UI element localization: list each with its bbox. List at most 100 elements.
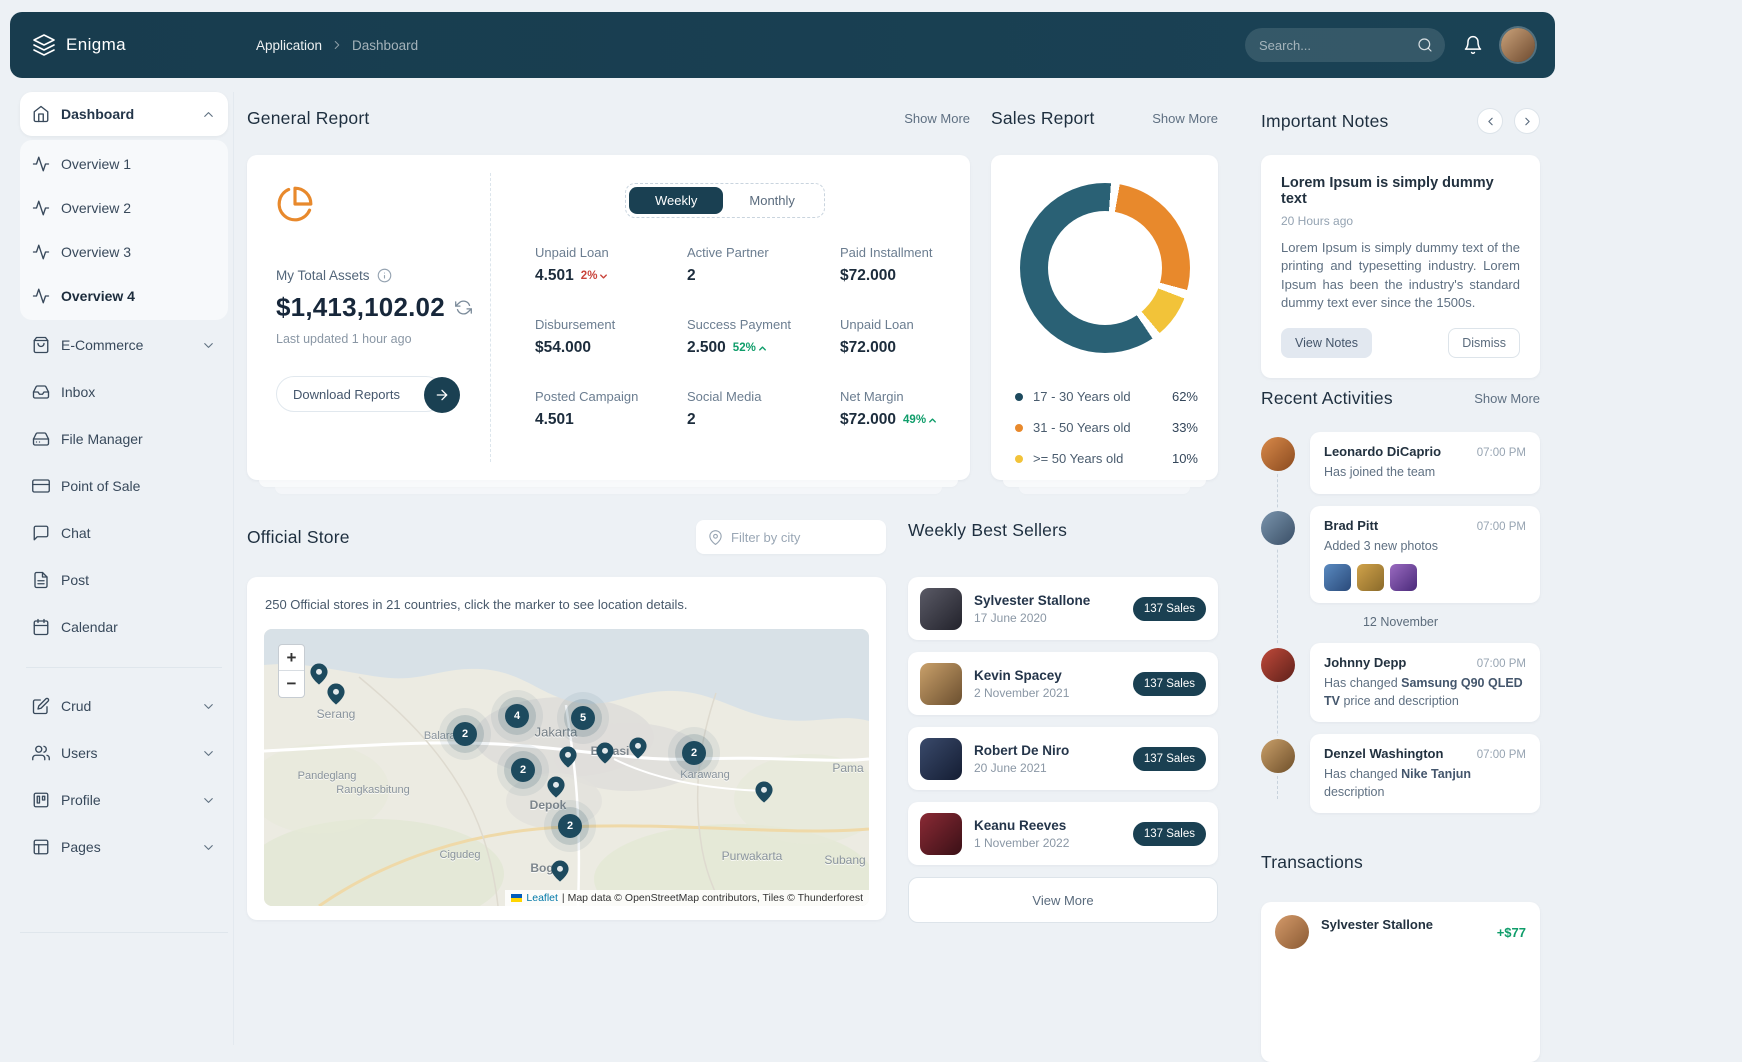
map-cluster-marker[interactable]: 2 (682, 741, 706, 765)
weekly-toggle-button[interactable]: Weekly (629, 187, 723, 214)
notes-next-button[interactable] (1514, 108, 1540, 134)
sidebar-item-calendar[interactable]: Calendar (20, 605, 228, 649)
search-input[interactable] (1259, 38, 1417, 53)
map-marker-pin[interactable] (595, 740, 616, 766)
map-cluster-marker[interactable]: 2 (511, 758, 535, 782)
sales-report-show-more[interactable]: Show More (1152, 111, 1218, 126)
sidebar-item-label: Users (61, 745, 98, 761)
sidebar-item-users[interactable]: Users (20, 731, 228, 775)
map-pin-icon (708, 530, 723, 545)
filter-by-city-box (696, 520, 886, 554)
photo-thumbnail (1390, 564, 1417, 591)
sidebar-item-overview-2[interactable]: Overview 2 (20, 186, 228, 230)
leaflet-link[interactable]: Leaflet (526, 892, 558, 904)
total-assets-value: $1,413,102.02 (276, 292, 445, 323)
sales-report-header: Sales Report Show More (991, 108, 1218, 129)
sales-badge: 137 Sales (1133, 672, 1206, 696)
sidebar-item-overview-4[interactable]: Overview 4 (20, 274, 228, 318)
card-stack-layer (1003, 480, 1206, 487)
sidebar-item-point-of-sale[interactable]: Point of Sale (20, 464, 228, 508)
sidebar-section-divider (26, 667, 222, 668)
activity-icon (32, 287, 50, 305)
zoom-in-button[interactable]: + (279, 645, 304, 671)
sidebar-item-post[interactable]: Post (20, 558, 228, 602)
layers-icon (32, 33, 56, 57)
map-marker-pin[interactable] (546, 774, 567, 800)
sidebar-item-overview-1[interactable]: Overview 1 (20, 142, 228, 186)
sidebar-item-ecommerce[interactable]: E-Commerce (20, 323, 228, 367)
map-cluster-marker[interactable]: 2 (453, 722, 477, 746)
sidebar-item-profile[interactable]: Profile (20, 778, 228, 822)
general-report-show-more[interactable]: Show More (904, 111, 970, 126)
activity-item: Brad Pitt 07:00 PM Added 3 new photos (1261, 506, 1540, 604)
map-marker-pin[interactable] (754, 779, 775, 805)
dismiss-button[interactable]: Dismiss (1448, 328, 1520, 358)
seller-avatar (920, 663, 962, 705)
sidebar-item-label: File Manager (61, 431, 143, 447)
section-title: Important Notes (1261, 111, 1389, 132)
map-cluster-marker[interactable]: 4 (505, 704, 529, 728)
notifications-bell-icon[interactable] (1463, 35, 1483, 55)
activity-item: Johnny Depp 07:00 PM Has changed Samsung… (1261, 643, 1540, 722)
stat-change-badge: 49% (903, 414, 938, 426)
breadcrumb-current: Dashboard (352, 38, 418, 53)
sidebar-submenu-dashboard: Overview 1 Overview 2 Overview 3 Overvie… (20, 140, 228, 320)
view-notes-button[interactable]: View Notes (1281, 328, 1372, 358)
map-cluster-marker[interactable]: 5 (571, 706, 595, 730)
map-marker-pin[interactable] (558, 744, 579, 770)
transaction-avatar (1275, 915, 1309, 949)
sidebar-item-file-manager[interactable]: File Manager (20, 417, 228, 461)
sidebar-item-inbox[interactable]: Inbox (20, 370, 228, 414)
stat-net-margin: Net Margin $72.000 49% (840, 389, 980, 461)
refresh-icon[interactable] (455, 299, 472, 316)
chevron-down-icon (598, 271, 609, 282)
sidebar-item-label: Calendar (61, 619, 118, 635)
zoom-out-button[interactable]: − (279, 671, 304, 697)
store-description: 250 Official stores in 21 countries, cli… (265, 597, 687, 612)
card-stack-layer (1019, 487, 1190, 494)
download-reports-button[interactable]: Download Reports (276, 376, 444, 412)
map-marker-pin[interactable] (550, 858, 571, 884)
search-icon[interactable] (1417, 37, 1433, 53)
sidebar-item-label: Pages (61, 839, 101, 855)
map-city-label: Subang (824, 853, 865, 867)
monthly-toggle-button[interactable]: Monthly (723, 187, 821, 214)
official-store-card: 250 Official stores in 21 countries, cli… (247, 577, 886, 920)
section-title: Official Store (247, 527, 350, 548)
download-arrow-button[interactable] (424, 377, 460, 413)
sidebar-item-crud[interactable]: Crud (20, 684, 228, 728)
chevron-right-icon (1521, 115, 1534, 128)
sidebar-item-overview-3[interactable]: Overview 3 (20, 230, 228, 274)
section-title: Transactions (1261, 852, 1363, 873)
sales-report-card: 17 - 30 Years old 62% 31 - 50 Years old … (991, 155, 1218, 480)
activity-avatar (1261, 437, 1295, 471)
map-city-label: Rangkasbitung (336, 784, 409, 796)
general-report-header: General Report Show More (247, 108, 970, 129)
notes-prev-button[interactable] (1477, 108, 1503, 134)
map-attribution: Leaflet | Map data © OpenStreetMap contr… (505, 890, 869, 906)
ukraine-flag-icon (511, 894, 522, 902)
map-cluster-marker[interactable]: 2 (558, 814, 582, 838)
map-city-label: Depok (530, 798, 567, 812)
view-more-button[interactable]: View More (908, 877, 1218, 923)
sidebar-item-label: Point of Sale (61, 478, 140, 494)
store-map[interactable]: Serang Pandeglang Rangkasbitung Balaraja… (264, 629, 869, 906)
total-assets-block: My Total Assets $1,413,102.02 Last updat… (276, 185, 481, 412)
sidebar-item-pages[interactable]: Pages (20, 825, 228, 869)
search-box (1245, 28, 1445, 62)
sidebar-item-label: Inbox (61, 384, 95, 400)
activities-show-more[interactable]: Show More (1474, 391, 1540, 406)
map-marker-pin[interactable] (628, 735, 649, 761)
map-marker-pin[interactable] (326, 681, 347, 707)
info-icon[interactable] (377, 268, 392, 283)
filter-city-input[interactable] (731, 530, 874, 545)
transactions-header: Transactions (1261, 852, 1540, 873)
user-avatar[interactable] (1501, 28, 1535, 62)
sidebar-item-chat[interactable]: Chat (20, 511, 228, 555)
chevron-up-icon (201, 107, 216, 122)
brand-logo[interactable]: Enigma (32, 33, 126, 57)
topbar-actions (1245, 28, 1535, 62)
breadcrumb-application[interactable]: Application (256, 38, 322, 53)
chevron-down-icon (201, 699, 216, 714)
sidebar-item-dashboard[interactable]: Dashboard (20, 92, 228, 136)
